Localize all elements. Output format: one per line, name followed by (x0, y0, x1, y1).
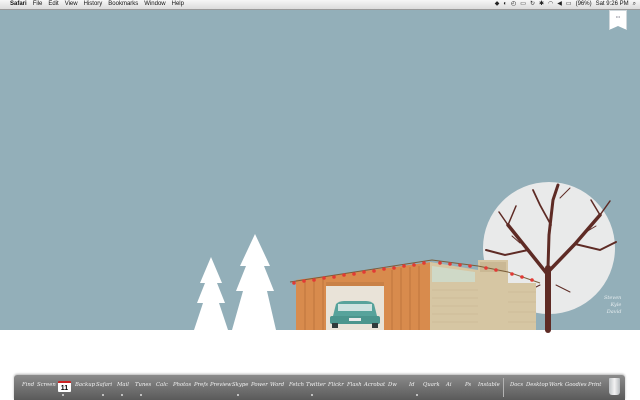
dock-item-ai[interactable]: Ai (446, 382, 452, 388)
user-name[interactable]: Steven (604, 295, 621, 302)
dock-item-fetch[interactable]: Fetch (289, 382, 304, 388)
dock-item-calc[interactable]: Calc (156, 382, 168, 388)
dock-item-screen[interactable]: Screen (37, 382, 56, 388)
running-indicator (121, 394, 123, 396)
dock-separator (503, 378, 504, 397)
dock-item-acrobat[interactable]: Acrobat (364, 382, 385, 388)
teal-car (330, 301, 380, 328)
dock-item-safari[interactable]: Safari (96, 382, 112, 388)
dock-item-skype[interactable]: Skype (232, 382, 248, 388)
user-name[interactable]: Kyle (604, 302, 622, 309)
dock-item-photos[interactable]: Photos (173, 382, 191, 388)
dock-item-print[interactable]: Print (588, 382, 601, 388)
folder-label-glyph: ••• (615, 14, 621, 19)
dock-item-flickr[interactable]: Flickr (328, 382, 344, 388)
dock-item-quark[interactable]: Quark (423, 382, 440, 388)
house (289, 259, 541, 330)
dock-item-twitter[interactable]: Twitter (306, 382, 326, 388)
pine-tree-small (194, 257, 228, 330)
dock-item-preview[interactable]: Preview (210, 382, 232, 388)
dock: Find Screen 11 Backup Safari Mail Tunes … (14, 375, 625, 400)
dock-item-mail[interactable]: Mail (117, 382, 129, 388)
pine-tree-large (232, 234, 276, 330)
dock-item-goodies[interactable]: Goodies (565, 382, 587, 388)
running-indicator (311, 394, 313, 396)
calendar-icon[interactable]: 11 (58, 381, 71, 392)
dock-item-word[interactable]: Word (270, 382, 284, 388)
dock-item-tunes[interactable]: Tunes (135, 382, 151, 388)
running-indicator (102, 394, 104, 396)
dock-item-ps[interactable]: Ps (465, 382, 471, 388)
dock-item-flash[interactable]: Flash (347, 382, 362, 388)
dock-item-prefs[interactable]: Prefs (194, 382, 208, 388)
dock-item-power[interactable]: Power (251, 382, 268, 388)
wallpaper-scene (194, 182, 617, 333)
dock-item-desktop[interactable]: Desktop (526, 382, 548, 388)
running-indicator (62, 394, 64, 396)
dock-item-find[interactable]: Find (22, 382, 34, 388)
running-indicator (237, 394, 239, 396)
dock-item-id[interactable]: Id (409, 382, 414, 388)
dock-item-dw[interactable]: Dw (388, 382, 397, 388)
running-indicator (416, 394, 418, 396)
user-name[interactable]: David (604, 309, 622, 316)
dock-item-instable[interactable]: Instable (478, 382, 500, 388)
trash-icon[interactable] (609, 378, 620, 395)
dock-item-backup[interactable]: Backup (75, 382, 95, 388)
running-indicator (140, 394, 142, 396)
dock-item-work[interactable]: Work (549, 382, 563, 388)
user-list: Steven Kyle David (604, 295, 621, 316)
dock-item-docs[interactable]: Docs (510, 382, 523, 388)
